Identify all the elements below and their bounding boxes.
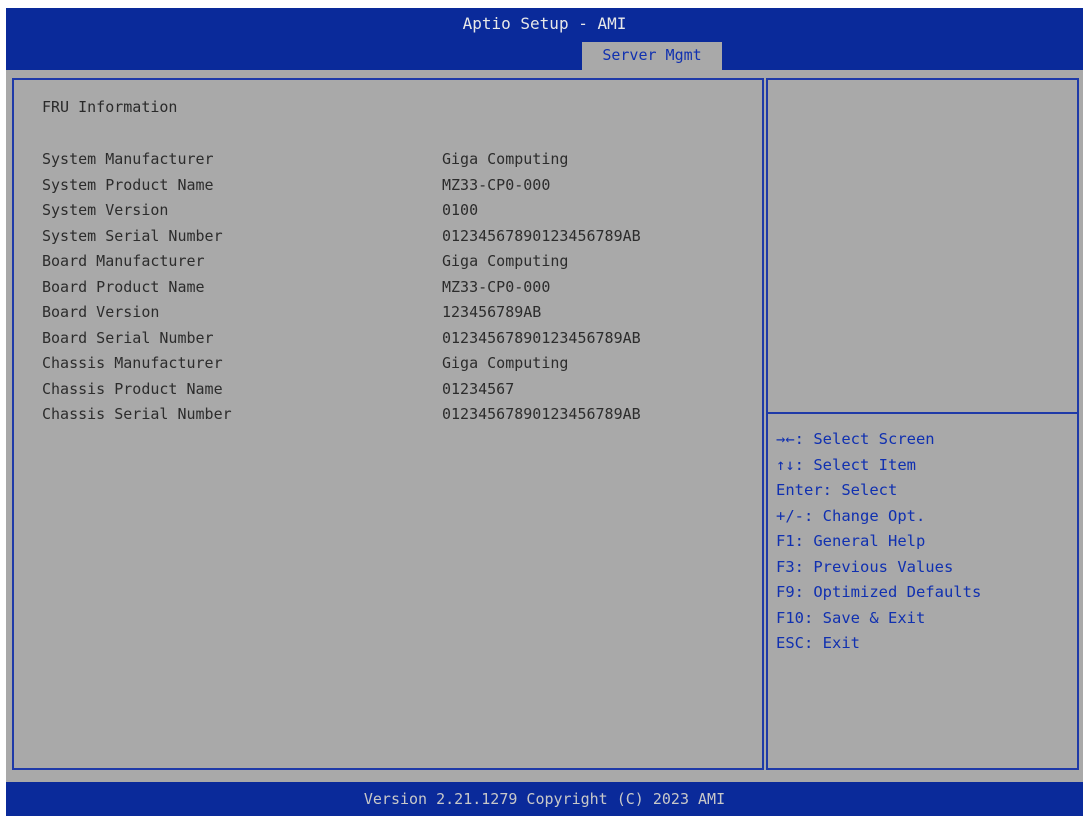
fru-value: 123456789AB bbox=[442, 303, 542, 321]
fru-label: Chassis Manufacturer bbox=[42, 354, 223, 372]
fru-label: Board Product Name bbox=[42, 277, 205, 296]
key-help-list: →←: Select Screen ↑↓: Select Item Enter:… bbox=[776, 430, 981, 660]
fru-label: Board Version bbox=[42, 303, 160, 321]
fru-label: System Manufacturer bbox=[42, 150, 214, 168]
fru-row: Board Manufacturer Giga Computing bbox=[42, 252, 752, 278]
fru-row: Board Serial Number 01234567890123456789A… bbox=[42, 329, 752, 355]
help-divider bbox=[768, 412, 1077, 414]
header-bar: Aptio Setup - AMI Server Mgmt bbox=[6, 8, 1083, 70]
help-general-help: F1: General Help bbox=[776, 532, 926, 550]
fru-label: System Product Name bbox=[42, 175, 214, 194]
app-title: Aptio Setup - AMI bbox=[462, 14, 627, 33]
fru-label: Board Serial Number bbox=[42, 328, 214, 347]
fru-value: Giga Computing bbox=[442, 354, 569, 372]
fru-row: Board Version 123456789AB bbox=[42, 303, 752, 329]
fru-value: 01234567890123456789AB bbox=[442, 405, 641, 423]
fru-row: Board Product Name MZ33-CP0-000 bbox=[42, 278, 752, 304]
help-save-exit: F10: Save & Exit bbox=[776, 608, 926, 627]
fru-row: Chassis Product Name 01234567 bbox=[42, 380, 752, 406]
fru-row: System Manufacturer Giga Computing bbox=[42, 150, 752, 176]
help-enter-select: Enter: Select bbox=[776, 481, 898, 499]
bios-screen: Aptio Setup - AMI Server Mgmt FRU Inform… bbox=[6, 8, 1083, 816]
main-panel: FRU Information System Manufacturer Giga … bbox=[12, 78, 764, 770]
fru-value: Giga Computing bbox=[442, 150, 569, 168]
fru-value: 01234567890123456789AB bbox=[442, 226, 641, 245]
fru-value: 01234567 bbox=[442, 379, 515, 398]
fru-label: System Serial Number bbox=[42, 226, 223, 245]
fru-row: Chassis Manufacturer Giga Computing bbox=[42, 354, 752, 380]
fru-row: Chassis Serial Number 0123456789012345678… bbox=[42, 405, 752, 431]
fru-value: MZ33-CP0-000 bbox=[442, 277, 551, 296]
fru-value: Giga Computing bbox=[442, 252, 569, 270]
fru-value: 0100 bbox=[442, 201, 479, 219]
tab-server-mgmt[interactable]: Server Mgmt bbox=[582, 42, 722, 70]
help-change-opt: +/-: Change Opt. bbox=[776, 506, 926, 525]
fru-info-list: System Manufacturer Giga Computing System… bbox=[42, 150, 752, 431]
section-title: FRU Information bbox=[42, 98, 178, 116]
fru-value: 01234567890123456789AB bbox=[442, 328, 641, 347]
help-esc-exit: ESC: Exit bbox=[776, 634, 860, 652]
help-previous-values: F3: Previous Values bbox=[776, 557, 954, 576]
fru-label: System Version bbox=[42, 201, 169, 219]
version-footer: Version 2.21.1279 Copyright (C) 2023 AMI bbox=[6, 782, 1083, 816]
fru-label: Chassis Serial Number bbox=[42, 405, 232, 423]
help-optimized-defaults: F9: Optimized Defaults bbox=[776, 583, 982, 601]
fru-label: Chassis Product Name bbox=[42, 379, 223, 398]
fru-row: System Serial Number 01234567890123456789… bbox=[42, 227, 752, 253]
help-select-screen: →←: Select Screen bbox=[776, 430, 935, 448]
fru-row: System Product Name MZ33-CP0-000 bbox=[42, 176, 752, 202]
fru-label: Board Manufacturer bbox=[42, 252, 205, 270]
help-select-item: ↑↓: Select Item bbox=[776, 455, 916, 474]
fru-value: MZ33-CP0-000 bbox=[442, 175, 551, 194]
fru-row: System Version 0100 bbox=[42, 201, 752, 227]
help-panel: →←: Select Screen ↑↓: Select Item Enter:… bbox=[766, 78, 1079, 770]
